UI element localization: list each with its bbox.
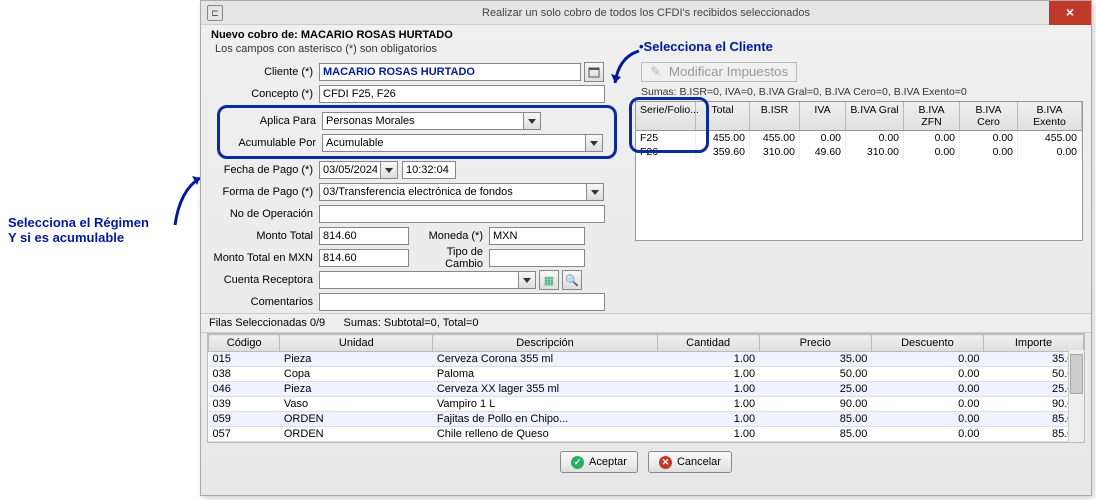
add-account-button[interactable]: ▦ bbox=[539, 270, 559, 290]
cancelar-button[interactable]: ✕ Cancelar bbox=[648, 451, 732, 473]
chevron-down-icon bbox=[528, 119, 536, 124]
forma-pago-dropdown[interactable] bbox=[586, 183, 604, 201]
label-forma: Forma de Pago (*) bbox=[209, 186, 319, 198]
chevron-down-icon bbox=[523, 278, 531, 283]
aceptar-button[interactable]: ✓ Aceptar bbox=[560, 451, 638, 473]
pencil-icon: ✎ bbox=[650, 64, 661, 79]
search-account-button[interactable]: 🔍 bbox=[562, 270, 582, 290]
forma-pago-select[interactable] bbox=[319, 183, 587, 201]
label-acumulable: Acumulable Por bbox=[222, 137, 322, 149]
fecha-input[interactable] bbox=[319, 161, 381, 179]
cfdi-header[interactable]: B.IVA Exento bbox=[1018, 102, 1082, 130]
table-row[interactable]: 015PiezaCerveza Corona 355 ml1.0035.000.… bbox=[209, 352, 1084, 367]
aplica-para-dropdown[interactable] bbox=[523, 112, 541, 130]
lines-header[interactable]: Código bbox=[209, 335, 280, 352]
tipo-cambio-input[interactable] bbox=[489, 249, 585, 267]
cuenta-receptora-select[interactable] bbox=[319, 271, 519, 289]
monto-total-input[interactable] bbox=[319, 227, 409, 245]
x-icon: ✕ bbox=[659, 456, 672, 469]
table-row[interactable]: 057ORDENChile relleno de Queso1.0085.000… bbox=[209, 427, 1084, 442]
label-cuenta: Cuenta Receptora bbox=[209, 274, 319, 286]
hora-input[interactable] bbox=[402, 161, 456, 179]
window-title: Realizar un solo cobro de todos los CFDI… bbox=[482, 7, 810, 19]
lines-summary: Filas Seleccionadas 0/9 Sumas: Subtotal=… bbox=[201, 313, 1091, 333]
cuenta-dropdown[interactable] bbox=[518, 271, 536, 289]
aplica-para-select[interactable] bbox=[322, 112, 524, 130]
table-row[interactable]: 058ORDENChile relleno de Carne1.0085.000… bbox=[209, 442, 1084, 444]
no-operacion-input[interactable] bbox=[319, 205, 605, 223]
label-tipo-cambio: Tipo de Cambio bbox=[409, 246, 489, 270]
chevron-down-icon bbox=[591, 190, 599, 195]
lines-header[interactable]: Unidad bbox=[280, 335, 433, 352]
chevron-down-icon bbox=[385, 168, 393, 173]
label-monto-mxn: Monto Total en MXN bbox=[209, 252, 319, 264]
label-aplica: Aplica Para bbox=[222, 115, 322, 127]
lines-header[interactable]: Descripción bbox=[433, 335, 657, 352]
scrollbar[interactable] bbox=[1068, 350, 1084, 442]
label-monto: Monto Total bbox=[209, 230, 319, 242]
chevron-down-icon bbox=[590, 141, 598, 146]
monto-mxn-input[interactable] bbox=[319, 249, 409, 267]
search-icon: 🔍 bbox=[565, 274, 579, 287]
label-concepto: Concepto (*) bbox=[209, 88, 319, 100]
table-row[interactable]: 046PiezaCerveza XX lager 355 ml1.0025.00… bbox=[209, 382, 1084, 397]
lines-header[interactable]: Descuento bbox=[871, 335, 983, 352]
table-row[interactable]: 059ORDENFajitas de Pollo en Chipo...1.00… bbox=[209, 412, 1084, 427]
concepto-input[interactable] bbox=[319, 85, 605, 103]
app-icon: ⊏ bbox=[207, 5, 223, 21]
label-noop: No de Operación bbox=[209, 208, 319, 220]
annotation-regimen: Selecciona el Régimen Y si es acumulable bbox=[8, 215, 149, 245]
acumulable-select[interactable] bbox=[322, 134, 586, 152]
cfdi-header[interactable]: B.IVA ZFN bbox=[904, 102, 960, 130]
cfdi-header[interactable]: IVA bbox=[800, 102, 846, 130]
required-note: Los campos con asterisco (*) son obligat… bbox=[201, 43, 1091, 61]
cfdi-header[interactable]: B.ISR bbox=[750, 102, 800, 130]
table-row[interactable]: 038CopaPaloma1.0050.000.0050.00 bbox=[209, 367, 1084, 382]
comentarios-input[interactable] bbox=[319, 293, 605, 311]
label-moneda: Moneda (*) bbox=[409, 230, 489, 242]
acumulable-dropdown[interactable] bbox=[585, 134, 603, 152]
plus-icon: ▦ bbox=[544, 274, 554, 287]
lines-header[interactable]: Importe bbox=[984, 335, 1084, 352]
scroll-thumb[interactable] bbox=[1070, 354, 1083, 394]
titlebar: ⊏ Realizar un solo cobro de todos los CF… bbox=[201, 1, 1091, 25]
cfdi-header[interactable]: B.IVA Gral bbox=[846, 102, 904, 130]
form-subtitle: Nuevo cobro de: MACARIO ROSAS HURTADO bbox=[201, 25, 1091, 43]
label-comentarios: Comentarios bbox=[209, 296, 319, 308]
table-row[interactable]: 039VasoVampiro 1 L1.0090.000.0090.00 bbox=[209, 397, 1084, 412]
lines-header[interactable]: Precio bbox=[759, 335, 871, 352]
moneda-input[interactable] bbox=[489, 227, 585, 245]
close-button[interactable]: × bbox=[1049, 1, 1091, 25]
cliente-input[interactable] bbox=[319, 63, 581, 81]
check-icon: ✓ bbox=[571, 456, 584, 469]
lines-grid[interactable]: CódigoUnidadDescripciónCantidadPrecioDes… bbox=[207, 333, 1085, 443]
label-cliente: Cliente (*) bbox=[209, 66, 319, 78]
fecha-dropdown[interactable] bbox=[380, 161, 398, 179]
modificar-impuestos-button[interactable]: ✎ Modificar Impuestos bbox=[641, 62, 797, 82]
label-fecha: Fecha de Pago (*) bbox=[209, 164, 319, 176]
lines-header[interactable]: Cantidad bbox=[657, 335, 759, 352]
main-window: ⊏ Realizar un solo cobro de todos los CF… bbox=[200, 0, 1092, 496]
date-picker-icon[interactable] bbox=[584, 62, 604, 82]
cfdi-header[interactable]: B.IVA Cero bbox=[960, 102, 1018, 130]
